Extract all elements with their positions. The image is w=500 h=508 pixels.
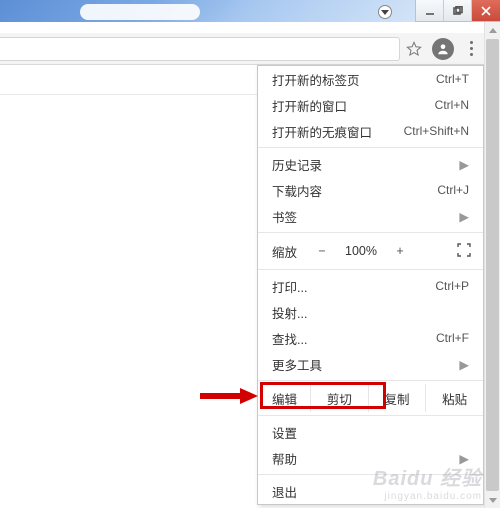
address-bar[interactable] — [0, 37, 400, 61]
chrome-main-menu: 打开新的标签页Ctrl+T 打开新的窗口Ctrl+N 打开新的无痕窗口Ctrl+… — [257, 65, 484, 505]
scrollbar-thumb[interactable] — [486, 39, 499, 491]
watermark-url: jingyan.baidu.com — [373, 491, 482, 502]
window-controls — [415, 0, 500, 22]
cut-button[interactable]: 剪切 — [310, 384, 368, 412]
menu-separator — [258, 232, 483, 233]
menu-item-cast[interactable]: 投射... — [258, 299, 483, 325]
menu-label: 打开新的无痕窗口 — [272, 122, 404, 141]
zoom-label: 缩放 — [272, 242, 297, 261]
scroll-down-button[interactable] — [485, 492, 500, 508]
menu-separator — [258, 147, 483, 148]
submenu-arrow-icon: ▶ — [459, 357, 469, 372]
content-divider — [0, 94, 260, 95]
menu-label: 打印... — [272, 277, 435, 296]
vertical-scrollbar[interactable] — [484, 22, 500, 508]
menu-item-more-tools[interactable]: 更多工具▶ — [258, 351, 483, 377]
caret-down-icon[interactable] — [378, 5, 392, 19]
minimize-button[interactable] — [416, 0, 444, 21]
shortcut-text: Ctrl+N — [435, 98, 469, 112]
menu-item-bookmarks[interactable]: 书签▶ — [258, 203, 483, 229]
menu-label: 下载内容 — [272, 181, 437, 200]
menu-item-history[interactable]: 历史记录▶ — [258, 151, 483, 177]
menu-label: 书签 — [272, 207, 459, 226]
watermark-brand: Baidu 经验 — [373, 468, 482, 490]
fullscreen-icon[interactable] — [457, 243, 471, 260]
maximize-button[interactable] — [444, 0, 472, 21]
menu-separator — [258, 269, 483, 270]
menu-separator — [258, 415, 483, 416]
shortcut-text: Ctrl+P — [435, 279, 469, 293]
menu-item-print[interactable]: 打印...Ctrl+P — [258, 273, 483, 299]
profile-avatar-icon[interactable] — [432, 38, 454, 60]
copy-button[interactable]: 复制 — [368, 384, 426, 412]
menu-label: 历史记录 — [272, 155, 459, 174]
menu-label: 更多工具 — [272, 355, 459, 374]
annotation-arrow — [200, 388, 258, 404]
zoom-out-button[interactable]: − — [309, 244, 335, 258]
browser-toolbar — [0, 33, 484, 65]
watermark: Baidu 经验 jingyan.baidu.com — [373, 462, 482, 502]
chrome-menu-button[interactable] — [464, 38, 478, 60]
menu-item-find[interactable]: 查找...Ctrl+F — [258, 325, 483, 351]
menu-item-incognito[interactable]: 打开新的无痕窗口Ctrl+Shift+N — [258, 118, 483, 144]
menu-label: 打开新的窗口 — [272, 96, 435, 115]
menu-item-settings[interactable]: 设置 — [258, 419, 483, 445]
zoom-value: 100% — [339, 244, 383, 258]
shortcut-text: Ctrl+Shift+N — [404, 124, 469, 138]
menu-item-new-tab[interactable]: 打开新的标签页Ctrl+T — [258, 66, 483, 92]
edit-label: 编辑 — [258, 389, 310, 408]
close-window-button[interactable] — [472, 0, 500, 21]
bookmark-star-icon[interactable] — [406, 41, 422, 57]
shortcut-text: Ctrl+F — [436, 331, 469, 345]
paste-button[interactable]: 粘贴 — [425, 384, 483, 412]
menu-item-edit: 编辑 剪切 复制 粘贴 — [258, 384, 483, 412]
menu-item-downloads[interactable]: 下载内容Ctrl+J — [258, 177, 483, 203]
submenu-arrow-icon: ▶ — [459, 209, 469, 224]
menu-label: 查找... — [272, 329, 436, 348]
menu-item-zoom: 缩放 − 100% + — [258, 236, 483, 266]
shortcut-text: Ctrl+J — [437, 183, 469, 197]
menu-label: 投射... — [272, 303, 469, 322]
scroll-up-button[interactable] — [485, 22, 500, 38]
menu-label: 打开新的标签页 — [272, 70, 436, 89]
menu-item-new-window[interactable]: 打开新的窗口Ctrl+N — [258, 92, 483, 118]
menu-separator — [258, 380, 483, 381]
menu-label: 设置 — [272, 423, 469, 442]
submenu-arrow-icon: ▶ — [459, 157, 469, 172]
shortcut-text: Ctrl+T — [436, 72, 469, 86]
zoom-in-button[interactable]: + — [387, 244, 413, 258]
